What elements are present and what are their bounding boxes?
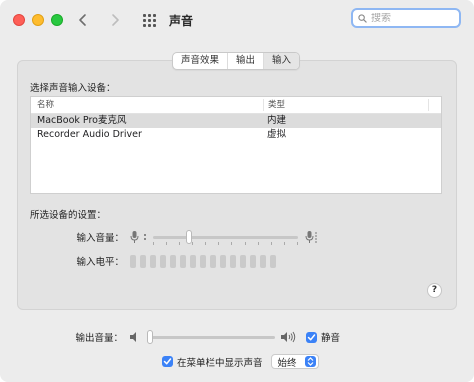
search-field[interactable] (351, 8, 461, 28)
tab-input[interactable]: 输入 (264, 53, 300, 69)
window-controls (13, 14, 63, 26)
device-name: Recorder Audio Driver (37, 129, 142, 140)
chevron-right-icon (112, 14, 119, 26)
input-volume-slider[interactable] (153, 229, 298, 245)
device-type: 虚拟 (267, 129, 287, 140)
device-type: 内建 (267, 115, 287, 126)
title-bar: 声音 (0, 0, 474, 40)
search-input[interactable] (371, 12, 451, 24)
input-device-table: 名称 类型 MacBook Pro麦克风 内建 Recorder Audio D… (30, 96, 442, 194)
popup-arrows-icon (304, 356, 316, 367)
speaker-low-icon (130, 332, 136, 342)
menubar-row: 在菜单栏中显示声音 始终 (162, 354, 319, 369)
slider-ticks (153, 241, 298, 245)
device-name: MacBook Pro麦克风 (37, 115, 127, 126)
table-row[interactable]: Recorder Audio Driver 虚拟 (31, 128, 441, 142)
input-panel: 选择声音输入设备： 名称 类型 MacBook Pro麦克风 内建 Record… (17, 60, 457, 310)
input-level-row: 输入电平： (76, 254, 276, 268)
output-volume-knob[interactable] (147, 329, 153, 344)
back-button[interactable] (77, 13, 91, 27)
show-in-menubar-label[interactable]: 在菜单栏中显示声音 (177, 355, 263, 369)
mute-checkbox[interactable] (306, 331, 317, 343)
input-level-label: 输入电平： (76, 257, 124, 268)
selected-device-settings-label: 所选设备的设置： (30, 210, 107, 221)
microphone-low-icon (130, 231, 139, 243)
input-volume-knob[interactable] (186, 229, 192, 244)
checkmark-icon (307, 333, 316, 340)
input-volume-row: 输入音量： (76, 229, 318, 245)
help-button[interactable]: ? (427, 283, 442, 298)
output-volume-row: 输出音量： 静音 (75, 329, 340, 344)
tab-sound-effects[interactable]: 声音效果 (173, 53, 229, 69)
table-header: 名称 类型 (31, 97, 441, 114)
speaker-high-icon (281, 331, 296, 343)
column-header-name[interactable]: 名称 (31, 99, 264, 111)
checkmark-icon (163, 358, 172, 365)
menubar-mode-popup[interactable]: 始终 (270, 354, 319, 369)
window-title: 声音 (169, 13, 194, 28)
tab-output[interactable]: 输出 (228, 53, 265, 69)
chevron-left-icon (79, 14, 86, 26)
input-level-meter (130, 254, 276, 268)
output-volume-slider[interactable] (147, 329, 275, 344)
column-header-type[interactable]: 类型 (264, 99, 429, 111)
tab-bar: 声音效果 输出 输入 (172, 52, 301, 70)
input-volume-label: 输入音量： (76, 233, 124, 244)
level-dots-left (144, 234, 147, 240)
search-icon (358, 13, 367, 23)
table-row[interactable]: MacBook Pro麦克风 内建 (31, 114, 441, 128)
minimize-button[interactable] (32, 14, 44, 26)
show-all-grid-icon[interactable] (143, 13, 156, 27)
forward-button[interactable] (109, 13, 123, 27)
output-volume-label: 输出音量： (75, 333, 123, 344)
choose-input-device-label: 选择声音输入设备： (30, 83, 116, 94)
sound-preferences-window: 声音 声音效果 输出 输入 选择声音输入设备： 名称 类型 MacBook Pr… (0, 0, 474, 382)
mute-label[interactable]: 静音 (321, 330, 340, 344)
microphone-high-icon (305, 231, 317, 243)
close-button[interactable] (13, 14, 25, 26)
menubar-mode-value: 始终 (277, 357, 297, 369)
show-in-menubar-checkbox[interactable] (162, 356, 173, 367)
zoom-button[interactable] (51, 14, 63, 26)
